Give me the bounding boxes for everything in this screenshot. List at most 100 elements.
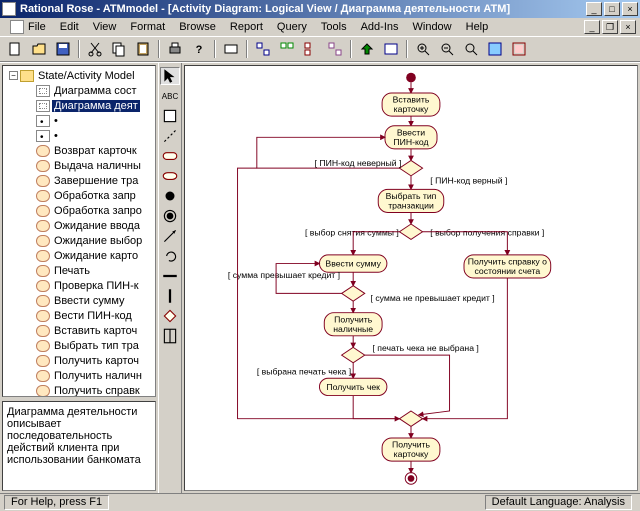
menu-format[interactable]: Format bbox=[124, 20, 171, 34]
guard-under-credit: [ сумма не превышает кредит ] bbox=[371, 293, 495, 303]
decision-amount[interactable] bbox=[342, 286, 365, 301]
tree-item[interactable]: Выбрать тип тра bbox=[5, 338, 153, 353]
menu-file[interactable]: File bbox=[4, 19, 52, 35]
tree-label: Проверка ПИН-к bbox=[52, 280, 141, 292]
menu-edit[interactable]: Edit bbox=[54, 20, 85, 34]
menu-query[interactable]: Query bbox=[271, 20, 313, 34]
tree-item[interactable]: Выдача наличны bbox=[5, 158, 153, 173]
tree-item[interactable]: Получить справк bbox=[5, 383, 153, 397]
tree-label: Ожидание карто bbox=[52, 250, 140, 262]
menu-window[interactable]: Window bbox=[407, 20, 458, 34]
tree-item[interactable]: Возврат карточк bbox=[5, 143, 153, 158]
start-node[interactable] bbox=[406, 73, 416, 83]
tree-item[interactable]: Диаграмма деят bbox=[5, 98, 153, 113]
tree-expander[interactable]: − bbox=[9, 71, 18, 80]
act-icon bbox=[36, 160, 50, 172]
mdi-restore-button[interactable]: ❐ bbox=[602, 20, 618, 34]
tree-item[interactable]: Вставить карточ bbox=[5, 323, 153, 338]
tool-palette: ABC bbox=[158, 63, 182, 493]
diagram2-button[interactable] bbox=[276, 39, 298, 59]
anchor-tool[interactable] bbox=[160, 127, 180, 145]
tree-item[interactable]: Ожидание ввода bbox=[5, 218, 153, 233]
tree-item[interactable]: Вести ПИН-код bbox=[5, 308, 153, 323]
browse-class-button[interactable] bbox=[220, 39, 242, 59]
diagram4-button[interactable] bbox=[324, 39, 346, 59]
cut-button[interactable] bbox=[84, 39, 106, 59]
end-tool[interactable] bbox=[160, 207, 180, 225]
tree-item[interactable]: −State/Activity Model bbox=[5, 68, 153, 83]
copy-button[interactable] bbox=[108, 39, 130, 59]
browser-tree[interactable]: −State/Activity ModelДиаграмма состДиагр… bbox=[2, 65, 156, 397]
start-tool[interactable] bbox=[160, 187, 180, 205]
new-button[interactable] bbox=[4, 39, 26, 59]
open-button[interactable] bbox=[28, 39, 50, 59]
tree-label: Выдача наличны bbox=[52, 160, 143, 172]
menu-report[interactable]: Report bbox=[224, 20, 269, 34]
mdi-minimize-button[interactable]: _ bbox=[584, 20, 600, 34]
self-transition-tool[interactable] bbox=[160, 247, 180, 265]
pointer-tool[interactable] bbox=[160, 67, 180, 85]
tree-label: Получить карточ bbox=[52, 355, 141, 367]
decision-pin[interactable] bbox=[399, 160, 422, 175]
hsync-tool[interactable] bbox=[160, 267, 180, 285]
diagram1-button[interactable] bbox=[252, 39, 274, 59]
paste-button[interactable] bbox=[132, 39, 154, 59]
close-button[interactable]: × bbox=[622, 2, 638, 16]
tree-item[interactable]: • bbox=[5, 113, 153, 128]
tree-item[interactable]: Ожидание выбор bbox=[5, 233, 153, 248]
maximize-button[interactable]: □ bbox=[604, 2, 620, 16]
activity-tool[interactable] bbox=[160, 167, 180, 185]
fit-window-button[interactable] bbox=[508, 39, 530, 59]
tree-item[interactable]: Печать bbox=[5, 263, 153, 278]
main-area: −State/Activity ModelДиаграмма состДиагр… bbox=[0, 62, 640, 493]
documentation-pane[interactable]: Диаграмма деятельности описывает последо… bbox=[2, 401, 156, 491]
browse-parent-button[interactable] bbox=[356, 39, 378, 59]
diagram-canvas[interactable]: Вставить карточку Ввести ПИН-код [ ПИН-к… bbox=[184, 65, 638, 491]
decision-transaction[interactable] bbox=[399, 224, 422, 239]
svg-text:карточку: карточку bbox=[394, 449, 429, 459]
state-tool[interactable] bbox=[160, 147, 180, 165]
text-tool[interactable]: ABC bbox=[160, 87, 180, 105]
menu-view[interactable]: View bbox=[87, 20, 123, 34]
save-button[interactable] bbox=[52, 39, 74, 59]
tree-item[interactable]: Проверка ПИН-к bbox=[5, 278, 153, 293]
menu-help[interactable]: Help bbox=[460, 20, 495, 34]
print-button[interactable] bbox=[164, 39, 186, 59]
vsync-tool[interactable] bbox=[160, 287, 180, 305]
menu-addins[interactable]: Add-Ins bbox=[355, 20, 405, 34]
browse-prev-button[interactable] bbox=[380, 39, 402, 59]
help-button[interactable]: ? bbox=[188, 39, 210, 59]
tree-item[interactable]: Ввести сумму bbox=[5, 293, 153, 308]
tree-item[interactable]: Диаграмма сост bbox=[5, 83, 153, 98]
tree-item[interactable]: Обработка запр bbox=[5, 188, 153, 203]
tree-item[interactable]: • bbox=[5, 128, 153, 143]
swimlane-tool[interactable] bbox=[160, 327, 180, 345]
zoomout-button[interactable] bbox=[436, 39, 458, 59]
zoomin-button[interactable] bbox=[412, 39, 434, 59]
tree-item[interactable]: Ожидание карто bbox=[5, 248, 153, 263]
merge-node[interactable] bbox=[399, 411, 422, 426]
menu-browse[interactable]: Browse bbox=[173, 20, 222, 34]
act-icon bbox=[36, 385, 50, 397]
menu-tools[interactable]: Tools bbox=[315, 20, 353, 34]
tree-item[interactable]: Обработка запро bbox=[5, 203, 153, 218]
decision-tool[interactable] bbox=[160, 307, 180, 325]
tree-item[interactable]: Завершение тра bbox=[5, 173, 153, 188]
svg-text:карточку: карточку bbox=[394, 104, 429, 114]
mdi-close-button[interactable]: × bbox=[620, 20, 636, 34]
transition-tool[interactable] bbox=[160, 227, 180, 245]
tree-label: Обработка запро bbox=[52, 205, 144, 217]
guard-receipt: [ выбрана печать чека ] bbox=[257, 366, 351, 376]
tree-item[interactable]: Получить наличн bbox=[5, 368, 153, 383]
decision-receipt[interactable] bbox=[342, 347, 365, 362]
minimize-button[interactable]: _ bbox=[586, 2, 602, 16]
status-language: Default Language: Analysis bbox=[485, 495, 632, 510]
zoomfit-button[interactable] bbox=[460, 39, 482, 59]
tree-item[interactable]: Получить карточ bbox=[5, 353, 153, 368]
note-tool[interactable] bbox=[160, 107, 180, 125]
toolbar: ? bbox=[0, 36, 640, 62]
undo-zoom-button[interactable] bbox=[484, 39, 506, 59]
diagram3-button[interactable] bbox=[300, 39, 322, 59]
svg-text:ПИН-код: ПИН-код bbox=[393, 137, 428, 147]
act-icon bbox=[36, 325, 50, 337]
